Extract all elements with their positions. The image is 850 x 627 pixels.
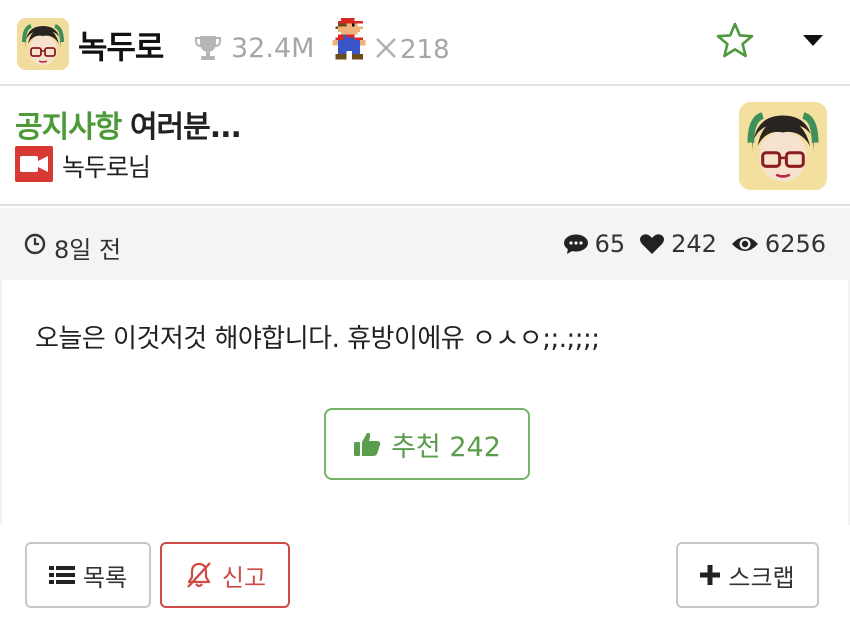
post-title-text[interactable]: 여러분... [130,110,242,145]
post-content: 오늘은 이것저것 해야합니다. 휴방이에유 ㅇㅅㅇ;;.;;;; 추천 242 [0,280,850,525]
report-button[interactable]: 신고 [160,542,290,608]
report-label: 신고 [221,563,267,592]
action-bar: 목록 신고 스크랩 [0,525,850,627]
eye-icon [731,237,758,251]
post-category[interactable]: 공지사항 [15,110,122,145]
user-avatar[interactable] [17,18,69,70]
recommend-label: 추천 242 [391,431,501,463]
heart-icon [640,234,665,254]
user-points: 32.4M [231,33,315,64]
star-icon[interactable] [716,22,754,58]
like-count: 242 [671,230,717,258]
author-avatar[interactable] [739,102,827,190]
post-author[interactable]: 녹두로님 [62,148,151,184]
clock-icon [24,233,46,255]
view-count: 6256 [764,230,826,258]
username[interactable]: 녹두로 [78,22,164,68]
scrap-label: 스크랩 [728,563,795,592]
list-icon [48,566,75,584]
comment-count: 65 [594,230,626,258]
trophy-icon [195,36,221,60]
user-level: 218 [400,35,450,65]
recommend-button[interactable]: 추천 242 [324,408,530,480]
plus-icon [700,565,721,585]
post-stats: 65 242 6256 [563,230,826,258]
video-camera-icon [15,146,53,182]
post-time: 8일 전 [54,236,122,264]
caret-down-icon[interactable] [800,30,826,50]
scrap-button[interactable]: 스크랩 [676,542,819,608]
top-bar: 녹두로 32.4M 218 [0,0,850,86]
list-button[interactable]: 목록 [25,542,151,608]
post-title-area: 공지사항 여러분... 녹두로님 [0,88,850,206]
list-label: 목록 [82,563,128,592]
comment-icon [563,234,588,254]
post-title[interactable]: 공지사항 여러분... [15,102,242,146]
post-meta-bar: 8일 전 65 242 6256 [0,208,850,280]
bell-slash-icon [187,562,211,588]
thumbs-up-icon [354,432,381,456]
post-body: 오늘은 이것저것 해야합니다. 휴방이에유 ㅇㅅㅇ;;.;;;; [35,324,600,354]
mario-icon [332,18,366,60]
times-icon [376,38,396,58]
